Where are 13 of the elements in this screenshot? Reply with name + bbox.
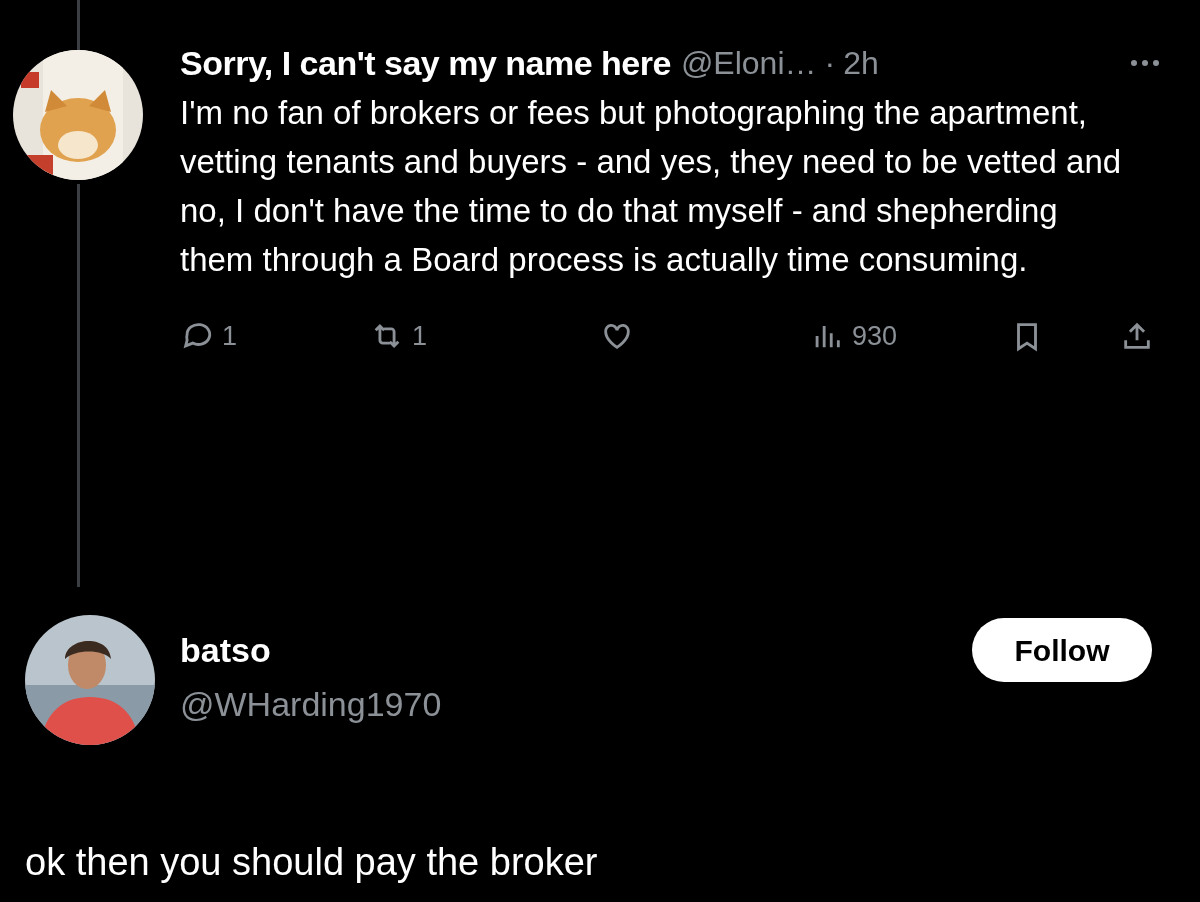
- reply-button[interactable]: 1: [180, 316, 238, 357]
- views-button[interactable]: 930: [810, 316, 898, 357]
- author-name[interactable]: Sorry, I can't say my name here: [180, 40, 671, 86]
- repost-button[interactable]: 1: [370, 316, 428, 357]
- follow-button[interactable]: Follow: [972, 618, 1152, 682]
- more-icon[interactable]: [1130, 59, 1160, 67]
- reply-text: ok then you should pay the broker: [24, 840, 599, 885]
- timestamp[interactable]: 2h: [843, 40, 879, 86]
- author-handle[interactable]: @WHarding1970: [180, 681, 442, 727]
- author-name[interactable]: batso: [180, 627, 442, 673]
- author-handle[interactable]: @Eloni…: [680, 40, 817, 86]
- post-text: I'm no fan of brokers or fees but photographing the apartment, vetting tenants and buyers - and yes, they need to be vetted and no, I don't have the time to do that myself - and shepherding them through a Board process is actually time consuming.: [180, 93, 1123, 280]
- separator: ·: [824, 44, 836, 83]
